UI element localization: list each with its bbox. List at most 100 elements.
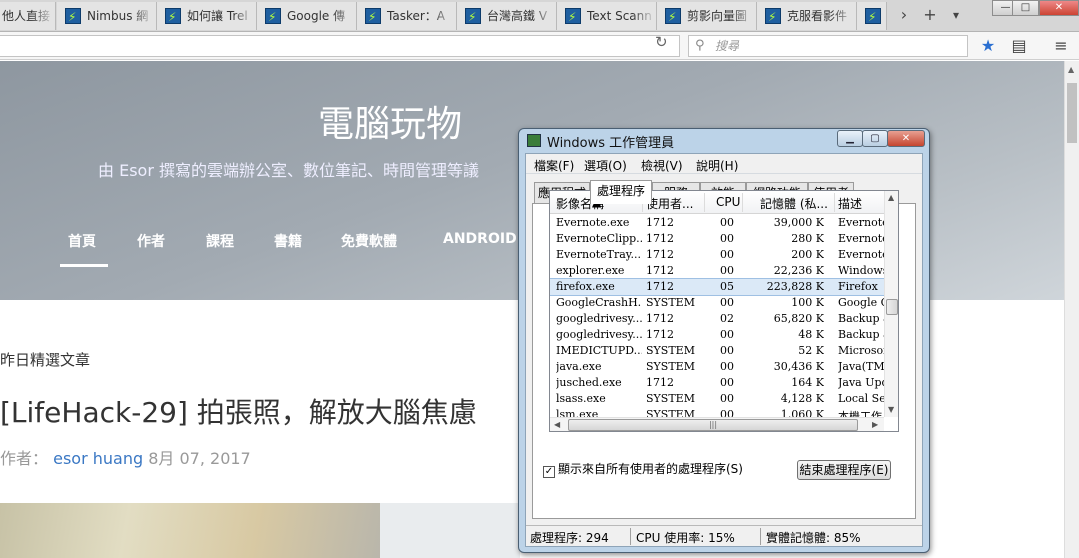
browser-tab[interactable]: 剪影向量圖	[657, 2, 757, 30]
process-name: IMEDICTUPD...	[556, 344, 642, 357]
col-description[interactable]: 描述	[838, 195, 862, 212]
window-maximize-button[interactable]: □	[1012, 0, 1039, 16]
process-cpu: 00	[720, 264, 734, 277]
process-row[interactable]: googledrivesy... 1712 00 48 K Backup a	[550, 327, 884, 343]
browser-tab[interactable]: Google 傳	[257, 2, 357, 30]
post-title[interactable]: [LifeHack-29] 拍張照，解放大腦焦慮	[0, 391, 477, 431]
scroll-down-icon[interactable]: ▼	[888, 405, 894, 414]
process-row[interactable]: jusched.exe 1712 00 164 K Java Upd	[550, 375, 884, 391]
browser-tab-strip: 他人直接 Nimbus 網 如何讓 Trel Google 傳 Tasker：A…	[0, 0, 1079, 32]
process-description: Evernote	[838, 248, 884, 261]
col-cpu[interactable]: CPU	[716, 195, 740, 209]
post-date: 8月 07, 2017	[148, 449, 251, 468]
process-user: SYSTEM	[646, 360, 695, 373]
process-description: Evernote	[838, 216, 884, 229]
browser-tab[interactable]: 如何讓 Trel	[157, 2, 257, 30]
tm-menu-options[interactable]: 選項(O)	[584, 157, 627, 174]
col-user[interactable]: 使用者...	[646, 195, 693, 212]
process-name: jusched.exe	[556, 376, 622, 389]
vscroll-thumb[interactable]	[886, 299, 898, 315]
browser-tab[interactable]: 克服看影件	[757, 2, 857, 30]
process-row[interactable]: Evernote.exe 1712 00 39,000 K Evernote	[550, 215, 884, 231]
star-icon[interactable]: ★	[977, 35, 999, 57]
task-manager-client: 檔案(F) 選項(O) 檢視(V) 說明(H) 應用程式 處理程序 服務 效能 …	[525, 153, 923, 547]
process-user: 1712	[646, 376, 674, 389]
process-row[interactable]: EvernoteClipp... 1712 00 280 K Evernote	[550, 231, 884, 247]
process-name: googledrivesy...	[556, 312, 642, 325]
process-memory: 4,128 K	[780, 392, 824, 405]
process-cpu: 00	[720, 216, 734, 229]
menu-item-books[interactable]: 書籍	[274, 231, 302, 251]
browser-tab[interactable]: Tasker：A	[357, 2, 457, 30]
process-memory: 200 K	[791, 248, 824, 261]
post-thumbnail[interactable]	[0, 503, 380, 558]
author-link[interactable]: esor huang	[53, 449, 143, 468]
process-row[interactable]: firefox.exe 1712 05 223,828 K Firefox	[550, 278, 885, 296]
menu-item-free-software[interactable]: 免費軟體	[341, 231, 397, 251]
search-placeholder: 搜尋	[715, 39, 740, 53]
reader-icon[interactable]: ▤	[1008, 35, 1030, 57]
process-memory: 100 K	[791, 296, 824, 309]
process-row[interactable]: GoogleCrashH... SYSTEM 00 100 K Google C	[550, 295, 884, 311]
status-process-count: 處理程序: 294	[530, 531, 609, 545]
menu-item-courses[interactable]: 課程	[206, 231, 234, 251]
show-all-users-label: 顯示來自所有使用者的處理程序(S)	[558, 462, 743, 476]
process-user: SYSTEM	[646, 392, 695, 405]
browser-tab[interactable]: Nimbus 網	[57, 2, 157, 30]
menu-active-indicator	[60, 264, 108, 267]
process-row[interactable]: EvernoteTray... 1712 00 200 K Evernote	[550, 247, 884, 263]
process-row[interactable]: java.exe SYSTEM 00 30,436 K Java(TM)	[550, 359, 884, 375]
process-description: Windows	[838, 264, 884, 277]
process-description: Evernote	[838, 232, 884, 245]
process-row[interactable]: lsass.exe SYSTEM 00 4,128 K Local Sec	[550, 391, 884, 407]
process-row[interactable]: IMEDICTUPD... SYSTEM 00 52 K Microsoft	[550, 343, 884, 359]
reload-icon[interactable]: ↻	[655, 33, 668, 51]
hamburger-icon[interactable]: ≡	[1050, 35, 1072, 57]
process-row[interactable]: googledrivesy... 1712 02 65,820 K Backup a	[550, 311, 884, 327]
process-cpu: 05	[720, 280, 734, 293]
process-cpu: 00	[720, 360, 734, 373]
process-list[interactable]: ▲ 影像名稱 使用者... CPU 記憶體 (私... 描述 Evernote.…	[549, 190, 899, 432]
window-close-button[interactable]: ✕	[1039, 0, 1079, 16]
browser-tab[interactable]	[857, 2, 887, 30]
browser-tab[interactable]: 他人直接	[0, 2, 56, 30]
search-input[interactable]: ⚲ 搜尋	[688, 35, 968, 57]
checkbox-checked-icon[interactable]: ✓	[543, 466, 555, 478]
process-name: lsass.exe	[556, 392, 606, 405]
browser-tab[interactable]: 台灣高鐵 V	[457, 2, 557, 30]
process-row[interactable]: explorer.exe 1712 00 22,236 K Windows	[550, 263, 884, 279]
menu-item-home[interactable]: 首頁	[68, 231, 96, 251]
scroll-right-icon[interactable]: ▶	[872, 420, 878, 429]
tm-menu-view[interactable]: 檢視(V)	[641, 157, 683, 174]
tab-list-button[interactable]: ▾	[945, 4, 967, 26]
new-tab-button[interactable]: +	[919, 4, 941, 26]
process-memory: 65,820 K	[773, 312, 824, 325]
scroll-up-icon[interactable]: ▲	[888, 193, 894, 202]
process-memory: 22,236 K	[773, 264, 824, 277]
tab-favicon-icon	[665, 3, 681, 30]
tm-tab-processes[interactable]: 處理程序	[590, 180, 652, 204]
show-all-users-checkbox[interactable]: ✓ 顯示來自所有使用者的處理程序(S)	[543, 460, 743, 478]
process-memory: 30,436 K	[773, 360, 824, 373]
tm-menu-help[interactable]: 說明(H)	[696, 157, 738, 174]
process-list-vscrollbar[interactable]: ▲ ▼	[884, 191, 898, 417]
scroll-left-icon[interactable]: ◀	[554, 420, 560, 429]
page-scrollbar[interactable]: ▲	[1064, 61, 1079, 558]
process-list-hscrollbar[interactable]: ◀ ||| ▶	[550, 417, 884, 431]
page-scrollbar-thumb[interactable]	[1067, 83, 1077, 143]
menu-item-author[interactable]: 作者	[137, 231, 165, 251]
tab-scroll-right-button[interactable]: ›	[893, 4, 915, 26]
tm-minimize-button[interactable]: ▁	[837, 130, 863, 147]
url-bar[interactable]	[0, 35, 680, 57]
meta-prefix: 作者：	[0, 449, 49, 468]
scroll-up-icon[interactable]: ▲	[1068, 65, 1074, 74]
tm-maximize-button[interactable]: ▢	[862, 130, 888, 147]
end-process-button[interactable]: 結束處理程序(E)	[797, 460, 891, 480]
col-memory[interactable]: 記憶體 (私...	[760, 195, 828, 212]
process-name: EvernoteTray...	[556, 248, 642, 261]
tm-menu-file[interactable]: 檔案(F)	[534, 157, 574, 174]
hscroll-thumb[interactable]: |||	[568, 419, 858, 431]
status-memory-usage: 實體記憶體: 85%	[766, 531, 861, 545]
browser-tab[interactable]: Text Scann	[557, 2, 657, 30]
tm-close-button[interactable]: ✕	[887, 130, 925, 147]
